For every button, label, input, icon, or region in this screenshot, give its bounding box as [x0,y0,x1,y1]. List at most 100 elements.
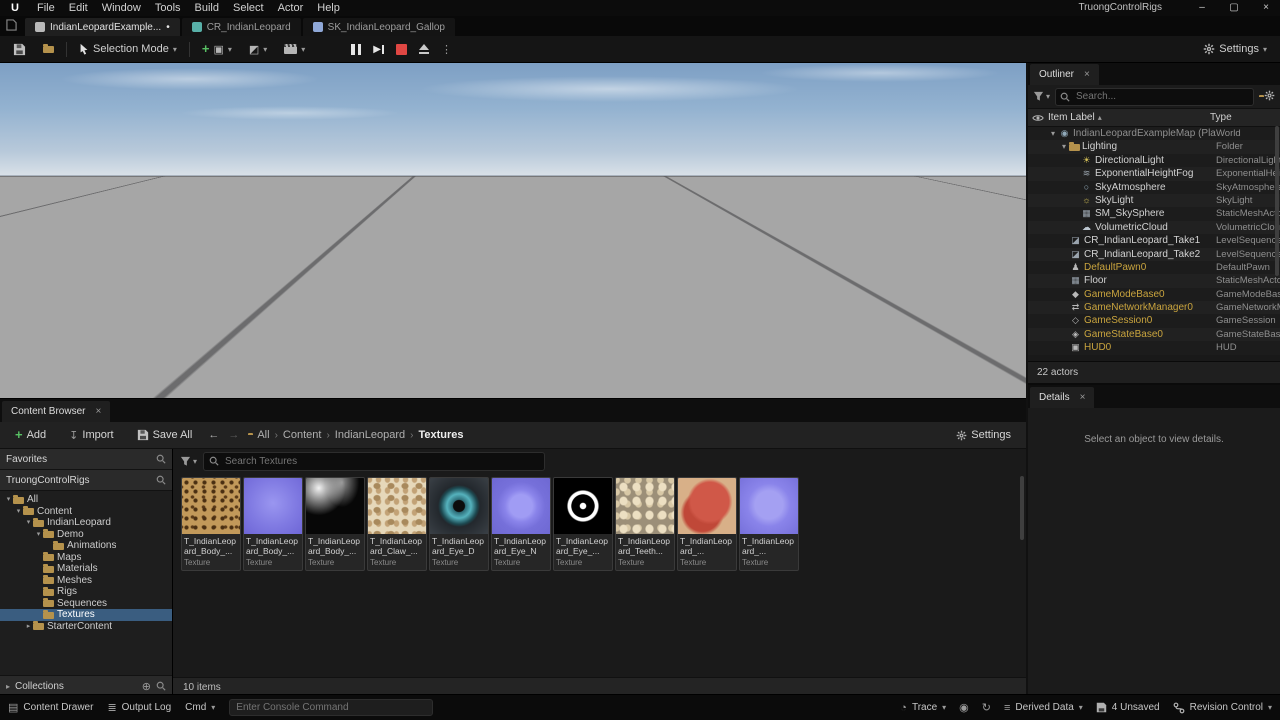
eject-button[interactable] [419,44,429,54]
asset-tile-t-indianleopard-claw[interactable]: T_IndianLeopard_Claw_...Texture [367,477,427,571]
unsaved-button[interactable]: 4 Unsaved [1096,702,1160,713]
asset-tile-t-indianleopard[interactable]: T_IndianLeopard_...Texture [677,477,737,571]
pause-button[interactable] [351,44,361,55]
outliner-row-sm-skysphere[interactable]: ▦SM_SkySphereStaticMeshActor [1028,207,1280,220]
console-command-input[interactable] [229,699,433,716]
asset-tab-sk-indianleopard-gallop[interactable]: SK_IndianLeopard_Gallop [303,18,455,36]
minimize-button[interactable]: – [1196,0,1208,16]
outliner-row-gamenetworkmanager0[interactable]: ⇄GameNetworkManager0GameNetworkManager [1028,301,1280,314]
import-button[interactable]: ↧ Import [62,427,120,444]
outliner-row-gamesession0[interactable]: ◇GameSession0GameSession [1028,314,1280,327]
leopard-character[interactable] [150,190,570,310]
close-icon[interactable]: × [1080,392,1086,403]
folder-item-meshes[interactable]: Meshes [0,575,172,587]
breadcrumb-indianleopard[interactable]: IndianLeopard [335,429,405,441]
outliner-row-cr-indianleopard-take1[interactable]: ◪CR_IndianLeopard_Take1LevelSequenceActo… [1028,234,1280,247]
folder-item-demo[interactable]: ▾Demo [0,529,172,541]
revision-control-button[interactable]: Revision Control ▾ [1173,702,1272,714]
collapse-arrow-icon[interactable]: ▾ [1048,127,1058,140]
menu-window[interactable]: Window [95,0,148,16]
outliner-row-skylight[interactable]: ☼SkyLightSkyLight [1028,194,1280,207]
folder-item-textures[interactable]: Textures [0,609,172,621]
asset-grid-scrollbar[interactable] [1020,476,1024,540]
add-collection-icon[interactable]: ⊕ [142,680,151,693]
project-source-header[interactable]: TruongControlRigs [0,470,172,491]
folder-item-animations[interactable]: Animations [0,540,172,552]
asset-tile-t-indianleopard-teeth[interactable]: T_IndianLeopard_Teeth...Texture [615,477,675,571]
folder-item-all[interactable]: ▾All [0,494,172,506]
stop-button[interactable] [396,44,407,55]
derived-data-button[interactable]: ≡ Derived Data ▾ [1004,702,1083,714]
folder-item-maps[interactable]: Maps [0,552,172,564]
menu-build[interactable]: Build [188,0,226,16]
search-icon[interactable] [156,454,166,464]
save-all-button[interactable]: Save All [130,427,200,443]
menu-actor[interactable]: Actor [271,0,311,16]
menu-select[interactable]: Select [226,0,271,16]
outliner-row-lighting[interactable]: ▾LightingFolder [1028,140,1280,153]
collapse-arrow-icon[interactable]: ▾ [34,529,43,541]
breadcrumb-textures[interactable]: Textures [418,429,463,441]
trace-button[interactable]: ◔ Trace ▾ [900,702,946,714]
breadcrumb-content[interactable]: Content [283,429,322,441]
tab-content-browser[interactable]: Content Browser × [2,401,110,422]
refresh-icon[interactable]: ↻ [982,701,991,714]
outliner-row-indianleopardexamplemap-play[interactable]: ▾◉IndianLeopardExampleMap (PlayWorld [1028,127,1280,140]
forward-button[interactable]: → [228,429,239,441]
asset-tile-t-indianleopard-body[interactable]: T_IndianLeopard_Body_...Texture [305,477,365,571]
folder-item-content[interactable]: ▾Content [0,506,172,518]
collapse-arrow-icon[interactable]: ▾ [24,517,33,529]
back-button[interactable]: ← [208,429,219,441]
folder-item-indianleopard[interactable]: ▾IndianLeopard [0,517,172,529]
tab-outliner[interactable]: Outliner × [1030,64,1099,85]
content-browser-settings-button[interactable]: Settings [949,427,1018,443]
outliner-row-defaultpawn0[interactable]: ♟DefaultPawn0DefaultPawn [1028,261,1280,274]
blueprints-button[interactable]: ◩ ▾ [244,41,272,58]
search-icon[interactable] [156,681,166,691]
outliner-filter-button[interactable]: ▾ [1033,91,1050,102]
outliner-row-floor[interactable]: ▦FloorStaticMeshActor [1028,274,1280,287]
close-button[interactable]: × [1260,0,1272,16]
add-actor-button[interactable]: + ▣ ▾ [197,41,237,58]
asset-tile-t-indianleopard[interactable]: T_IndianLeopard_...Texture [739,477,799,571]
outliner-row-gamemodebase0[interactable]: ◆GameModeBase0GameModeBase [1028,288,1280,301]
selection-mode-dropdown[interactable]: Selection Mode ▾ [74,41,182,57]
viewport-settings-button[interactable]: Settings ▾ [1198,41,1272,57]
browse-to-asset-button[interactable] [38,43,59,55]
visibility-column-header[interactable] [1028,113,1048,123]
asset-tab-indianleopardexample[interactable]: IndianLeopardExample...• [25,18,180,36]
save-button[interactable] [8,41,31,58]
folder-item-startercontent[interactable]: ▸StarterContent [0,621,172,633]
asset-search-input[interactable] [223,455,539,468]
menu-help[interactable]: Help [310,0,347,16]
outliner-row-exponentialheightfog[interactable]: ≋ExponentialHeightFogExponentialHeightFo… [1028,167,1280,180]
asset-tile-t-indianleopard-body[interactable]: T_IndianLeopard_Body_...Texture [181,477,241,571]
outliner-row-cr-indianleopard-take2[interactable]: ◪CR_IndianLeopard_Take2LevelSequenceActo… [1028,248,1280,261]
add-button[interactable]: + Add [8,427,53,443]
content-drawer-button[interactable]: ▤ Content Drawer [8,701,93,714]
insights-icon[interactable]: ◉ [959,701,969,714]
cinematics-button[interactable]: ▾ [279,42,310,56]
breadcrumb-all[interactable]: All [257,429,269,441]
asset-tab-cr-indianleopard[interactable]: CR_IndianLeopard [182,18,301,36]
outliner-search-input[interactable] [1074,90,1249,103]
outliner-row-hud0[interactable]: ▣HUD0HUD [1028,341,1280,354]
play-options-menu[interactable]: ⋮ [441,43,452,56]
asset-filter-button[interactable]: ▾ [180,456,197,467]
tab-details[interactable]: Details × [1030,387,1094,408]
folder-item-sequences[interactable]: Sequences [0,598,172,610]
output-log-button[interactable]: ≣ Output Log [107,701,171,714]
unreal-logo-icon[interactable]: U [0,2,30,14]
type-column-header[interactable]: Type [1210,112,1274,123]
close-icon[interactable]: × [1084,69,1090,80]
outliner-row-volumetriccloud[interactable]: ☁VolumetricCloudVolumetricCloud [1028,221,1280,234]
menu-edit[interactable]: Edit [62,0,95,16]
favorites-header[interactable]: Favorites [0,449,172,470]
cmd-dropdown[interactable]: Cmd ▾ [185,702,215,713]
item-label-column-header[interactable]: Item Label ▴ [1048,112,1210,123]
asset-tile-t-indianleopard-eye[interactable]: T_IndianLeopard_Eye_...Texture [553,477,613,571]
menu-tools[interactable]: Tools [148,0,188,16]
outliner-settings-button[interactable] [1264,90,1275,104]
outliner-row-directionallight[interactable]: ☀DirectionalLightDirectionalLight [1028,154,1280,167]
collapse-arrow-icon[interactable]: ▾ [14,506,23,518]
